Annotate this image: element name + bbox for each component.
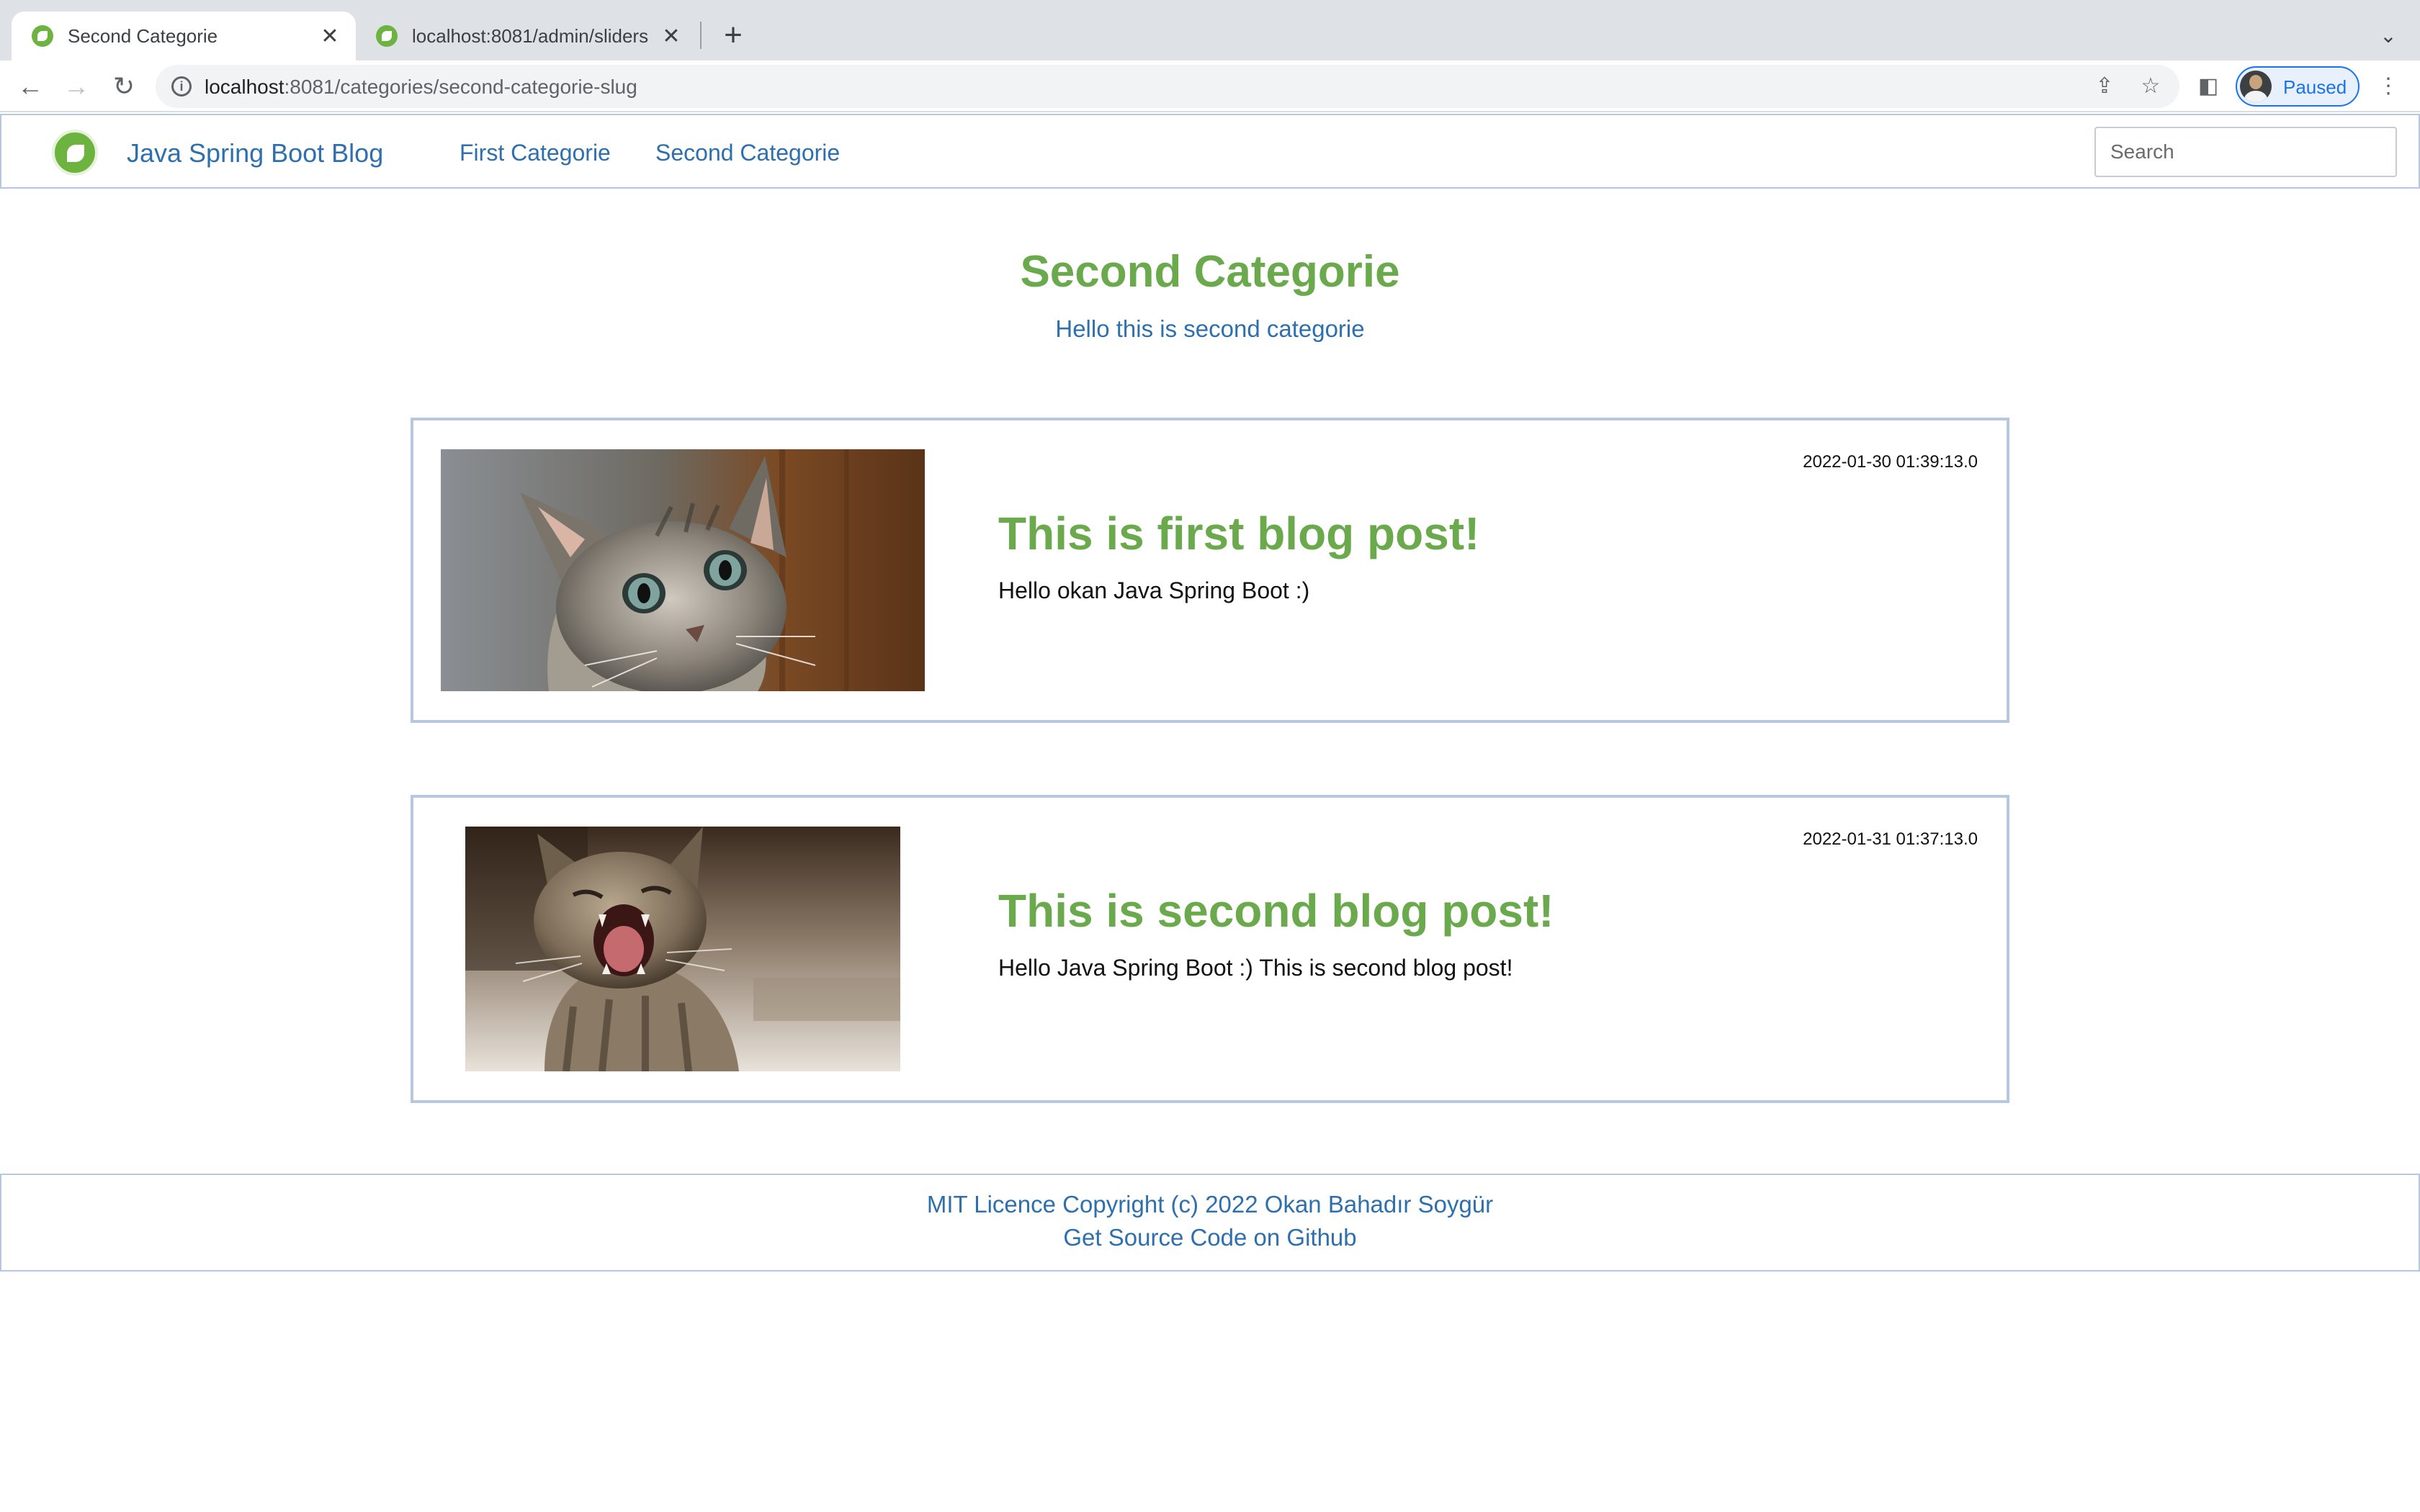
- tab-divider: [700, 22, 702, 49]
- post-excerpt: Hello okan Java Spring Boot :): [998, 577, 1310, 603]
- copyright-link[interactable]: MIT Licence Copyright (c) 2022 Okan Baha…: [1, 1191, 2419, 1218]
- arrow-right-icon[interactable]: →: [58, 68, 95, 105]
- kitten-yawning-photo: [465, 827, 900, 1071]
- post-date: 2022-01-30 01:39:13.0: [1803, 452, 1978, 472]
- tab-search-chevron-icon[interactable]: ⌄: [2371, 19, 2406, 53]
- browser-tabstrip: Second Categorie ✕ localhost:8081/admin/…: [0, 0, 2420, 60]
- post-image[interactable]: [441, 449, 925, 691]
- profile-status-label: Paused: [2283, 76, 2347, 98]
- post-title-link[interactable]: This is second blog post!: [998, 884, 1554, 937]
- nav-link-second-categorie[interactable]: Second Categorie: [655, 140, 840, 166]
- page-content: Java Spring Boot Blog First Categorie Se…: [0, 112, 2420, 1512]
- browser-toolbar: ← → ↻ i localhost:8081/categories/second…: [0, 60, 2420, 112]
- github-source-link[interactable]: Get Source Code on Github: [1, 1224, 2419, 1251]
- star-icon[interactable]: ☆: [2135, 71, 2166, 102]
- post-card[interactable]: 2022-01-31 01:37:13.0 This is second blo…: [411, 795, 2009, 1103]
- spring-logo-icon[interactable]: [52, 130, 98, 176]
- reload-icon[interactable]: ↻: [105, 68, 143, 105]
- browser-tab-active[interactable]: Second Categorie ✕: [12, 12, 356, 60]
- arrow-left-icon[interactable]: ←: [12, 68, 49, 105]
- address-bar-url[interactable]: localhost:8081/categories/second-categor…: [205, 76, 637, 99]
- tab-title: Second Categorie: [68, 24, 218, 47]
- profile-button[interactable]: Paused: [2236, 66, 2360, 107]
- side-panel-icon[interactable]: ◧: [2192, 71, 2224, 102]
- spring-favicon-icon: [376, 25, 398, 47]
- address-bar[interactable]: i localhost:8081/categories/second-categ…: [156, 65, 2179, 108]
- kebab-menu-icon[interactable]: ⋮: [2372, 71, 2404, 102]
- spring-favicon-icon: [32, 25, 53, 47]
- browser-tab-inactive[interactable]: localhost:8081/admin/sliders ✕: [356, 12, 697, 60]
- kitten-looking-up-photo: [441, 449, 925, 691]
- site-footer: MIT Licence Copyright (c) 2022 Okan Baha…: [0, 1174, 2420, 1272]
- site-info-icon[interactable]: i: [171, 76, 192, 96]
- page-title: Second Categorie: [1020, 247, 1400, 297]
- post-date: 2022-01-31 01:37:13.0: [1803, 829, 1978, 849]
- post-excerpt: Hello Java Spring Boot :) This is second…: [998, 955, 1513, 981]
- post-title-link[interactable]: This is first blog post!: [998, 507, 1479, 560]
- tab-title: localhost:8081/admin/sliders: [412, 24, 649, 47]
- avatar: [2240, 71, 2272, 102]
- site-navbar: Java Spring Boot Blog First Categorie Se…: [0, 114, 2420, 189]
- post-card[interactable]: 2022-01-30 01:39:13.0 This is first blog…: [411, 418, 2009, 723]
- brand-link[interactable]: Java Spring Boot Blog: [127, 138, 383, 168]
- search-input[interactable]: [2094, 127, 2397, 177]
- share-icon[interactable]: ⇪: [2089, 71, 2120, 102]
- post-image[interactable]: [465, 827, 900, 1071]
- new-tab-plus-icon[interactable]: +: [714, 17, 752, 55]
- category-description: Hello this is second categorie: [1055, 315, 1365, 342]
- nav-link-first-categorie[interactable]: First Categorie: [460, 140, 611, 166]
- close-tab-icon[interactable]: ✕: [655, 24, 687, 49]
- close-tab-icon[interactable]: ✕: [314, 24, 346, 49]
